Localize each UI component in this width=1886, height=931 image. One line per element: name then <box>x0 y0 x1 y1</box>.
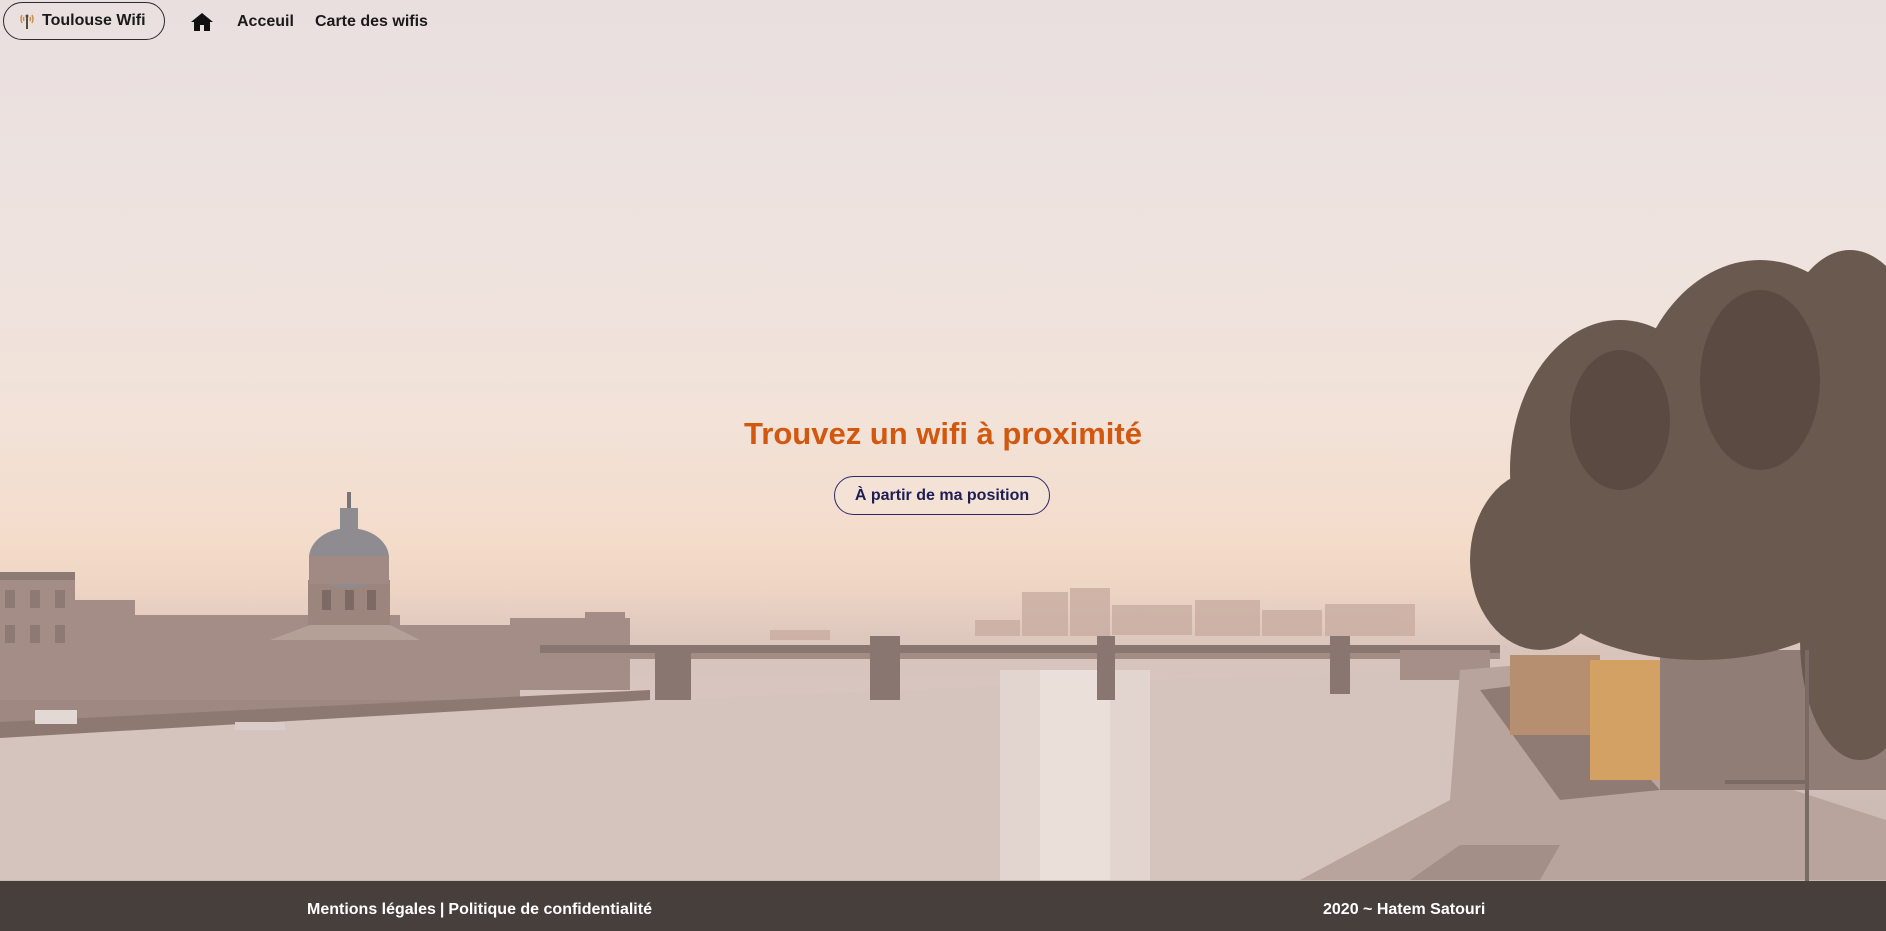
hero-title: Trouvez un wifi à proximité <box>744 416 1142 451</box>
brand-button[interactable]: Toulouse Wifi <box>3 2 165 40</box>
footer-link-politique-confidentialite[interactable]: Politique de confidentialité <box>448 901 652 918</box>
background-cityscape-image <box>0 250 1886 881</box>
locate-me-button[interactable]: À partir de ma position <box>834 476 1050 515</box>
footer-links: Mentions légales | Politique de confidenti… <box>307 901 652 919</box>
page: Toulouse Wifi Acceuil Carte des wifis Tr… <box>0 0 1886 931</box>
top-navbar: Toulouse Wifi Acceuil Carte des wifis <box>0 0 1886 46</box>
nav-link-carte-des-wifis[interactable]: Carte des wifis <box>315 13 428 31</box>
footer-link-mentions-legales[interactable]: Mentions légales <box>307 901 436 918</box>
footer: Mentions légales | Politique de confidenti… <box>0 881 1886 931</box>
footer-credit: 2020 ~ Hatem Satouri <box>1323 901 1486 918</box>
nav-link-accueil[interactable]: Acceuil <box>237 13 294 31</box>
brand-label: Toulouse Wifi <box>42 12 146 29</box>
footer-separator: | <box>439 901 445 918</box>
wifi-tower-icon <box>18 12 36 30</box>
home-icon[interactable] <box>190 12 214 32</box>
